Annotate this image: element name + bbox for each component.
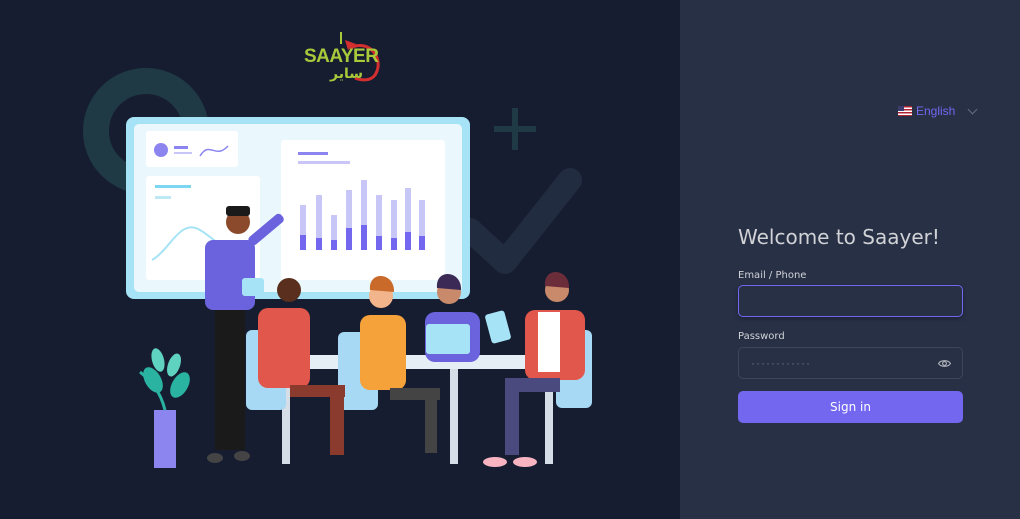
- eye-icon[interactable]: [938, 357, 951, 370]
- language-label: English: [916, 104, 956, 118]
- language-selector[interactable]: English: [898, 104, 978, 118]
- brand-logo: SAAYER ساير: [300, 30, 390, 90]
- email-field[interactable]: [738, 285, 963, 317]
- page-title: Welcome to Saayer!: [738, 225, 940, 249]
- logo-text-ar: ساير: [330, 66, 363, 82]
- decor-check: [458, 168, 582, 274]
- password-label: Password: [738, 331, 785, 342]
- plant: [139, 348, 190, 468]
- meeting-table: [276, 355, 560, 369]
- logo-text-en: SAAYER: [304, 46, 379, 67]
- email-label: Email / Phone: [738, 270, 807, 281]
- login-panel: English Welcome to Saayer! Email / Phone…: [680, 0, 1020, 519]
- chevron-down-icon: [967, 104, 978, 114]
- us-flag-icon: [898, 106, 912, 116]
- sign-in-button[interactable]: Sign in: [738, 391, 963, 423]
- password-field[interactable]: [738, 347, 963, 379]
- illustration-panel: SAAYER ساير: [0, 0, 680, 519]
